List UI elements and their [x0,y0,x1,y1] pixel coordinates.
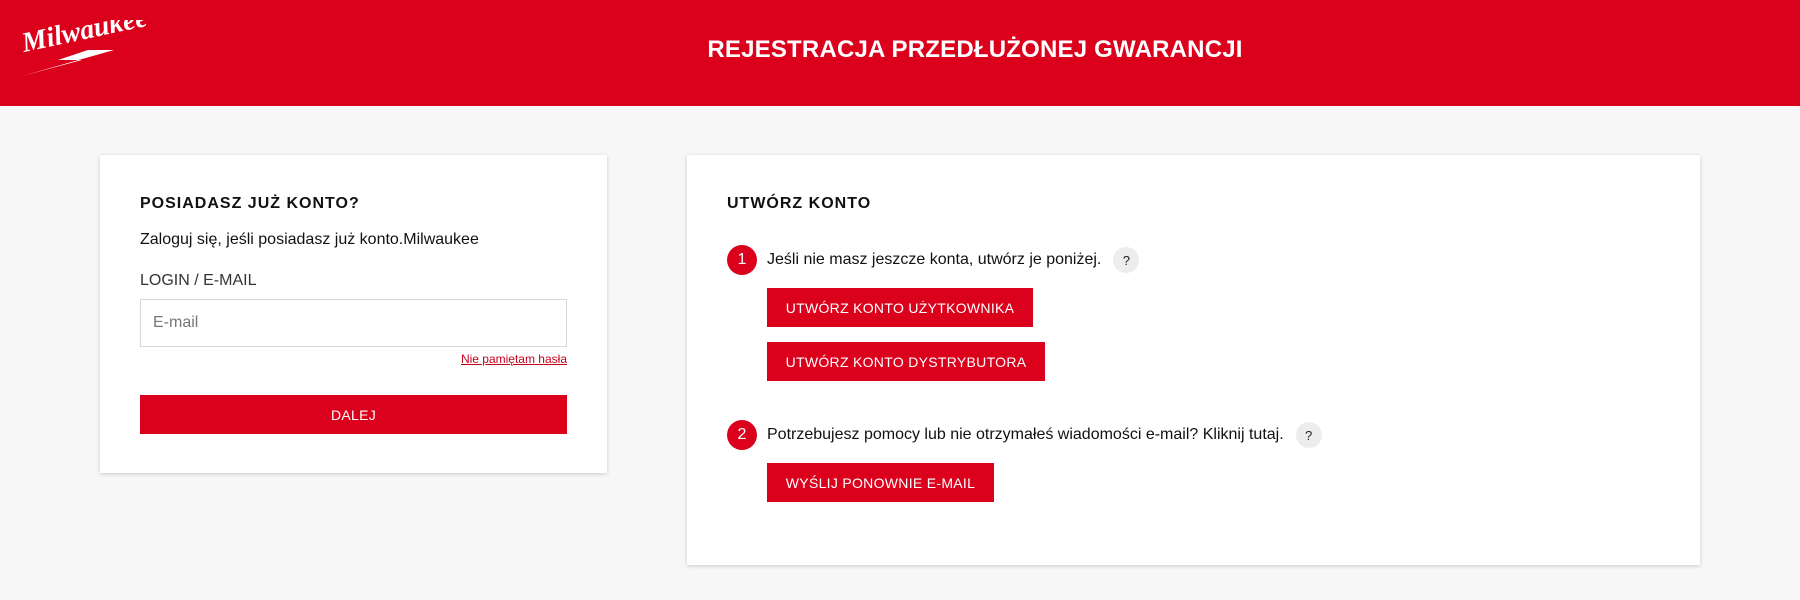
step-2-number: 2 [727,420,757,450]
email-input[interactable] [140,299,567,347]
next-button[interactable]: DALEJ [140,395,567,434]
create-account-heading: UTWÓRZ KONTO [727,195,872,212]
create-user-account-button[interactable]: UTWÓRZ KONTO UŻYTKOWNIKA [767,288,1033,327]
login-description: Zaloguj się, jeśli posiadasz już konto.M… [140,231,479,248]
step-2: 2 Potrzebujesz pomocy lub nie otrzymałeś… [727,420,1322,450]
email-field-label: LOGIN / E-MAIL [140,272,257,289]
create-distributor-account-button[interactable]: UTWÓRZ KONTO DYSTRYBUTORA [767,342,1045,381]
create-account-card: UTWÓRZ KONTO 1 Jeśli nie masz jeszcze ko… [687,155,1700,565]
header-bar: Milwaukee REJESTRACJA PRZEDŁUŻONEJ GWARA… [0,0,1800,106]
page-title: REJESTRACJA PRZEDŁUŻONEJ GWARANCJI [707,36,1243,63]
step-1: 1 Jeśli nie masz jeszcze konta, utwórz j… [727,245,1140,275]
step-1-text: Jeśli nie masz jeszcze konta, utwórz je … [767,251,1102,268]
step-2-text[interactable]: Potrzebujesz pomocy lub nie otrzymałeś w… [767,426,1284,444]
help-icon[interactable]: ? [1113,247,1140,273]
forgot-password-link[interactable]: Nie pamiętam hasła [461,352,567,366]
help-icon[interactable]: ? [1295,422,1322,448]
login-heading: POSIADASZ JUŻ KONTO? [140,195,360,212]
step-1-number: 1 [727,245,757,275]
login-card: POSIADASZ JUŻ KONTO? Zaloguj się, jeśli … [100,155,607,473]
resend-email-button[interactable]: WYŚLIJ PONOWNIE E-MAIL [767,463,994,502]
